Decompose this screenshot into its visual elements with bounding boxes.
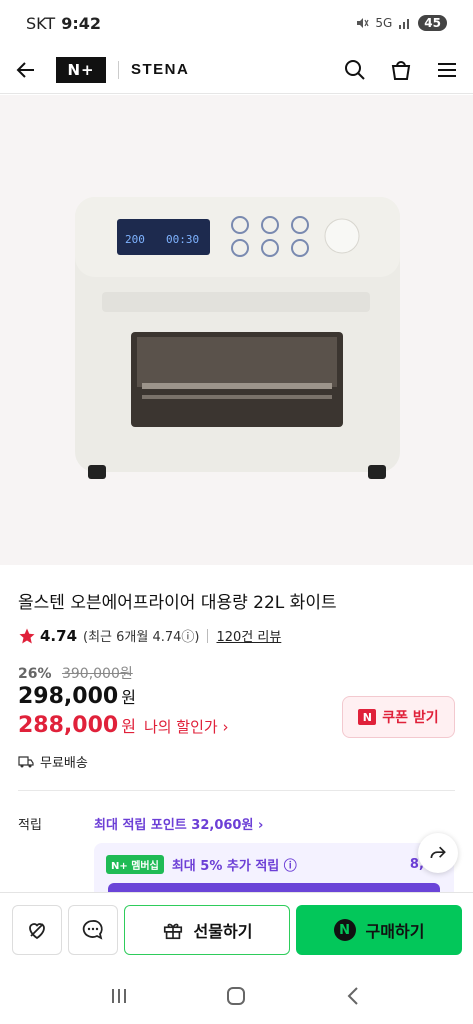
my-price-value: 288,000 xyxy=(18,713,119,738)
share-icon xyxy=(430,846,446,859)
rating-row: 4.74 (최근 6개월 4.74ⓘ) 120건 리뷰 xyxy=(18,626,281,645)
membership-badge: N+ 멤버십 xyxy=(106,855,164,874)
oven-display-left: 200 xyxy=(125,233,145,246)
battery-badge: 45 xyxy=(418,15,447,31)
shipping-label: 무료배송 xyxy=(40,756,88,771)
coupon-button[interactable]: N 쿠폰 받기 xyxy=(342,696,455,738)
menu-icon[interactable] xyxy=(435,58,459,82)
divider xyxy=(118,60,119,79)
naver-pay-icon: N xyxy=(333,919,356,941)
membership-row: N+ 멤버십 최대 5% 추가 적립 ⓘ 8,88 xyxy=(94,843,454,874)
buy-button[interactable]: N 구매하기 xyxy=(296,905,462,955)
sale-price: 298,000 원 xyxy=(18,684,136,709)
points-label: 적립 xyxy=(18,818,42,833)
max-points-link[interactable]: 최대 적립 포인트 32,060원 › xyxy=(94,814,263,833)
mute-icon xyxy=(357,18,369,28)
top-navigation: N+ STENA xyxy=(0,46,473,94)
original-price: 390,000원 xyxy=(61,666,133,682)
recent-rating[interactable]: (최근 6개월 4.74ⓘ) xyxy=(83,626,199,645)
product-title: 올스텐 오븐에어프라이어 대용량 22L 화이트 xyxy=(18,593,337,613)
carrier-label: SKT xyxy=(26,13,56,33)
discount-percent: 26% xyxy=(18,666,52,682)
back-arrow-icon[interactable] xyxy=(14,58,38,82)
store-brand[interactable]: STENA xyxy=(131,61,189,78)
status-icons: 5G 45 xyxy=(355,15,447,31)
chat-icon xyxy=(82,920,103,940)
coupon-label: 쿠폰 받기 xyxy=(382,710,439,726)
membership-extra-label: 최대 5% 추가 적립 ⓘ xyxy=(171,859,297,874)
star-icon xyxy=(19,628,35,643)
gift-button[interactable]: 선물하기 xyxy=(124,905,290,955)
currency-label: 원 xyxy=(121,717,136,736)
review-count-link[interactable]: 120건 리뷰 xyxy=(216,626,281,645)
my-discount-price[interactable]: 288,000 원 나의 할인가 › xyxy=(18,713,228,738)
oven-illustration: 200 00:30 xyxy=(75,197,400,479)
divider xyxy=(18,790,455,791)
clock: 9:42 xyxy=(61,13,101,33)
shopping-bag-icon[interactable] xyxy=(389,58,413,82)
gift-label: 선물하기 xyxy=(193,922,253,941)
back-icon[interactable] xyxy=(343,985,365,1007)
nav-actions xyxy=(343,58,459,82)
nplus-logo[interactable]: N+ xyxy=(56,56,106,83)
system-navigation xyxy=(0,968,473,1024)
share-button[interactable] xyxy=(418,833,458,873)
product-image[interactable]: 200 00:30 xyxy=(0,95,473,565)
shipping-info: 무료배송 xyxy=(18,752,88,771)
oven-display-right: 00:30 xyxy=(166,233,199,246)
divider xyxy=(207,628,209,643)
home-icon[interactable] xyxy=(225,985,247,1007)
my-price-label: 나의 할인가 › xyxy=(143,718,229,736)
status-bar: SKT 9:42 5G 45 xyxy=(0,0,473,46)
heart-icon xyxy=(29,923,45,940)
rating-score: 4.74 xyxy=(40,626,78,645)
truck-icon xyxy=(18,755,34,767)
discount-line: 26% 390,000원 xyxy=(18,663,133,683)
bottom-action-bar: 선물하기 N 구매하기 xyxy=(0,892,473,964)
buy-label: 구매하기 xyxy=(365,922,425,941)
network-label: 5G xyxy=(375,16,393,30)
gift-icon xyxy=(163,923,182,940)
talk-button[interactable] xyxy=(68,905,118,955)
currency-label: 원 xyxy=(121,688,136,707)
sale-price-value: 298,000 xyxy=(18,684,119,709)
search-icon[interactable] xyxy=(343,58,367,82)
wishlist-button[interactable] xyxy=(12,905,62,955)
signal-icon xyxy=(399,19,410,29)
recent-apps-icon[interactable] xyxy=(108,985,130,1007)
naver-n-icon: N xyxy=(358,709,377,725)
